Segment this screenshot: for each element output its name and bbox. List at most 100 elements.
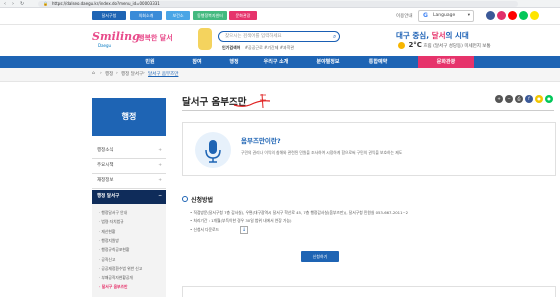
- facebook-share-icon[interactable]: f: [525, 95, 533, 103]
- microphone-icon: [195, 132, 231, 168]
- annotation-mark: [233, 93, 271, 109]
- home-icon[interactable]: ⌂: [92, 71, 95, 76]
- util-tab[interactable]: 동행정복지센터: [193, 11, 227, 20]
- utility-bar: 달서구청 의회소개 보건소 동행정복지센터 문화관광 이용안내 G Language ▾: [0, 8, 560, 25]
- apply-heading: 신청방법: [191, 197, 214, 204]
- mascot-icon: [198, 28, 212, 50]
- side-submenu: · 행정달서구 안내 · 법령·자치법규 · 재산현황 · 행정지원방 · 행정규칙공포…: [92, 204, 166, 297]
- side-submenu-item[interactable]: · 행정규칙공포현황: [99, 247, 129, 253]
- slogan-part-a: 대구 중심,: [396, 31, 430, 40]
- breadcrumb-sep: ›: [100, 71, 102, 76]
- logo-sub: Daegu: [98, 43, 112, 48]
- slogan-part-c: 의 시대: [445, 31, 469, 40]
- subtract-icon[interactable]: −: [505, 95, 513, 103]
- logo-en: Smiling: [92, 30, 140, 43]
- plus-icon: +: [158, 148, 162, 153]
- facebook-icon[interactable]: [486, 11, 495, 20]
- back-icon[interactable]: ‹: [4, 1, 6, 7]
- apply-bullet-1: • 직접방문(달서구청 7층 감사실), 우편(대구광역시 달서구 학산로 45…: [190, 210, 409, 215]
- side-submenu-item[interactable]: · 부패공직자현황공개: [99, 275, 133, 281]
- address-bar[interactable]: 🔒 https://dalseo.daegu.kr/index.do?menu_…: [38, 1, 518, 7]
- main-nav: 민원 참여 행정 우리구 소개 분야별정보 통합예약 문화관광: [0, 56, 560, 68]
- google-icon: G: [423, 12, 428, 19]
- slogan-part-b: 달서: [431, 31, 446, 40]
- side-submenu-item[interactable]: · 법령·자치법규: [99, 219, 124, 225]
- info-box: 옴부즈만이란? 구민의 권리나 이익의 침해와 관련된 민원을 조사하여 시정하…: [182, 122, 556, 176]
- youtube-icon[interactable]: [508, 11, 517, 20]
- breadcrumb-item-1[interactable]: 행정: [105, 71, 113, 77]
- kakao-share-icon[interactable]: ●: [535, 95, 543, 103]
- side-menu-active-label: 행정 달서구: [97, 194, 120, 199]
- apply-button[interactable]: 신청하기: [301, 251, 339, 262]
- util-tab[interactable]: 달서구청: [92, 11, 126, 20]
- language-label: Language: [433, 13, 456, 18]
- nav-item[interactable]: 통합예약: [356, 56, 400, 68]
- language-select[interactable]: G Language ▾: [418, 10, 474, 22]
- side-menu-admin[interactable]: 행정 달서구 −: [92, 190, 166, 204]
- weather-widget: 2°C 흐림 (달서구 성당동) 미세먼지 보통: [398, 41, 491, 49]
- info-link[interactable]: 이용안내: [396, 13, 413, 19]
- side-submenu-item[interactable]: · 재산현황: [99, 229, 115, 235]
- side-submenu-item[interactable]: · 행정지원방: [99, 238, 119, 244]
- breadcrumb-item-3[interactable]: 달서구 옴부즈만: [148, 71, 178, 77]
- plus-icon: +: [158, 163, 162, 168]
- nav-item[interactable]: 민원: [128, 56, 172, 68]
- info-desc: 구민의 권리나 이익의 침해와 관련된 민원을 조사하여 시정하게 함으로써 구…: [241, 150, 403, 155]
- side-menu-news[interactable]: 행정소식 +: [92, 144, 166, 159]
- next-section-box: [182, 286, 556, 297]
- search-input[interactable]: 찾으시는 검색어를 입력하세요: [218, 31, 340, 42]
- side-menu-policy[interactable]: 주요시책 +: [92, 159, 166, 174]
- logo-kr: 행복한 달서: [138, 34, 173, 42]
- breadcrumb: ⌂ › 행정 › 행정 달서구 › 달서구 옴부즈만: [0, 68, 560, 82]
- util-tab[interactable]: 문화관광: [229, 11, 257, 20]
- site-logo[interactable]: Smiling Daegu 행복한 달서: [92, 30, 182, 50]
- nav-item-culture[interactable]: 문화관광: [418, 56, 474, 68]
- section-bullet-icon: [182, 196, 188, 202]
- reload-icon[interactable]: ↻: [20, 1, 24, 7]
- weather-icon: [398, 42, 405, 49]
- breadcrumb-sep: ›: [116, 71, 118, 76]
- util-tab[interactable]: 보건소: [166, 11, 190, 20]
- apply-bullet-3: • 신청서 다운로드: [190, 227, 220, 232]
- instagram-icon[interactable]: [497, 11, 506, 20]
- apply-bullet-2: • 처리기간 : 1개월(부득이한 경우 30일 범위 내에서 연장 가능): [190, 218, 292, 223]
- side-menu-label: 재정정보: [97, 178, 114, 183]
- site-header: Smiling Daegu 행복한 달서 찾으시는 검색어를 입력하세요 ⌕ 인…: [0, 26, 560, 56]
- side-submenu-item[interactable]: · 달서구 옴부즈만: [99, 284, 128, 290]
- search-icon[interactable]: ⌕: [333, 33, 336, 41]
- lock-icon: 🔒: [43, 1, 48, 6]
- breadcrumb-item-2[interactable]: 행정 달서구: [121, 71, 143, 77]
- side-menu-finance[interactable]: 재정정보 +: [92, 174, 166, 189]
- weather-desc: 흐림 (달서구 성당동) 미세먼지 보통: [423, 44, 491, 49]
- temperature: 2°C: [408, 41, 422, 49]
- add-icon[interactable]: +: [495, 95, 503, 103]
- title-divider: [182, 110, 554, 111]
- minus-icon: −: [158, 194, 162, 199]
- download-icon[interactable]: ↓: [240, 226, 248, 234]
- chevron-down-icon: ▾: [467, 13, 470, 18]
- side-menu-label: 행정소식: [97, 148, 114, 153]
- plus-icon: +: [158, 178, 162, 183]
- side-menu-label: 주요시책: [97, 163, 114, 168]
- popular-keywords-label: 인기검색어: [222, 45, 241, 50]
- nav-item[interactable]: 우리구 소개: [254, 56, 298, 68]
- address-bar-url: https://dalseo.daegu.kr/index.do?menu_id…: [52, 1, 160, 6]
- side-submenu-item[interactable]: · 공공재정환수법 위반 신고: [99, 266, 142, 272]
- info-title: 옴부즈만이란?: [241, 137, 281, 145]
- print-icon[interactable]: ⎙: [515, 95, 523, 103]
- browser-toolbar: ‹ › ↻ 🔒 https://dalseo.daegu.kr/index.do…: [0, 0, 560, 8]
- slogan: 대구 중심, 달서의 시대: [396, 30, 469, 41]
- nav-item[interactable]: 분야별정보: [306, 56, 350, 68]
- link-share-icon[interactable]: ●: [545, 95, 553, 103]
- side-submenu-item[interactable]: · 공직신고: [99, 257, 115, 263]
- blog-icon[interactable]: [519, 11, 528, 20]
- forward-icon[interactable]: ›: [12, 1, 14, 7]
- nav-item-culture-label: 문화관광: [436, 59, 456, 65]
- side-nav: 행정 행정소식 + 주요시책 + 재정정보 + 행정 달서구 − · 행정달서구 안내 ·…: [92, 98, 166, 297]
- popular-keywords: 인기검색어 #공공근로 #기간제 #과학관: [222, 45, 294, 51]
- kakao-icon[interactable]: [530, 11, 539, 20]
- popular-keywords-list[interactable]: #공공근로 #기간제 #과학관: [245, 45, 294, 50]
- nav-item[interactable]: 행정: [212, 56, 256, 68]
- side-submenu-item[interactable]: · 행정달서구 안내: [99, 210, 127, 216]
- util-tab[interactable]: 의회소개: [130, 11, 162, 20]
